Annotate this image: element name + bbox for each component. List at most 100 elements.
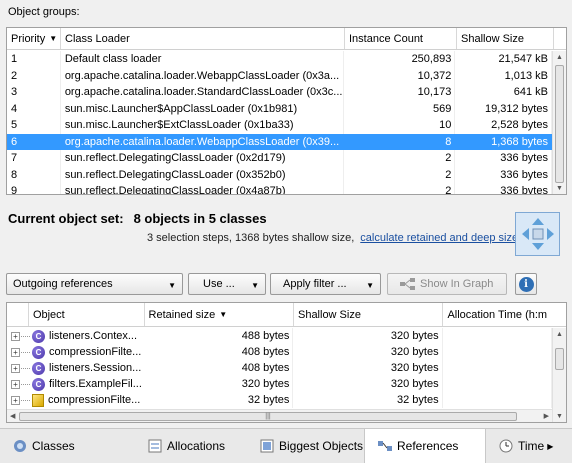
shallow-size-cell: 336 bytes — [455, 166, 552, 183]
priority-cell: 6 — [7, 133, 61, 150]
expand-icon[interactable]: + — [11, 363, 20, 373]
class-icon: C — [32, 345, 45, 359]
column-allocation-time[interactable]: Allocation Time (h:m — [443, 303, 566, 326]
table-row[interactable]: 4 sun.misc.Launcher$AppClassLoader (0x1b9… — [7, 100, 552, 117]
tab-label: References — [397, 439, 459, 453]
table-header: Priority ▼ Class Loader Instance Count S… — [7, 28, 566, 50]
object-cell: + Clisteners.Session... — [7, 361, 144, 375]
table-row[interactable]: 1 Default class loader 250,893 21,547 kB — [7, 51, 552, 68]
shallow-size-cell: 32 bytes — [293, 392, 443, 408]
scroll-right-icon[interactable]: ▶ — [544, 410, 549, 422]
classes-icon — [14, 440, 26, 452]
expand-icon[interactable]: + — [11, 379, 20, 389]
table-row[interactable]: + Cfilters.ExampleFil... 320 bytes 320 byte… — [7, 376, 552, 392]
column-label: Shallow Size — [461, 32, 524, 45]
use-button[interactable]: Use ... ▼ — [188, 273, 266, 295]
scroll-left-icon[interactable]: ◀ — [10, 410, 15, 422]
column-label: Priority — [11, 32, 46, 45]
vertical-scrollbar[interactable]: ▲ ▼ — [552, 328, 566, 422]
priority-cell: 1 — [7, 51, 61, 68]
select-value: Outgoing references — [13, 278, 113, 290]
column-priority[interactable]: Priority ▼ — [7, 28, 61, 49]
expand-icon[interactable]: + — [11, 347, 20, 357]
table-row[interactable]: 9 sun.reflect.DelegatingClassLoader (0x4a… — [7, 183, 552, 194]
column-tree — [7, 303, 29, 326]
tab-references[interactable]: References — [364, 429, 486, 463]
table-row[interactable]: 8 sun.reflect.DelegatingClassLoader (0x35… — [7, 166, 552, 183]
table-row[interactable]: 3 org.apache.catalina.loader.StandardClas… — [7, 84, 552, 101]
column-object[interactable]: Object — [29, 303, 145, 326]
table-row[interactable]: + CcompressionFilte... 408 bytes 320 bytes — [7, 344, 552, 360]
retained-size-cell: 32 bytes — [144, 392, 294, 408]
column-retained-size[interactable]: Retained size ▼ — [145, 303, 294, 326]
vertical-scrollbar[interactable]: ▲ ▼ — [552, 51, 566, 194]
table-row[interactable]: + compressionFilte... 32 bytes 32 bytes — [7, 392, 552, 408]
instance-count-cell: 10,173 — [344, 84, 456, 101]
horizontal-scrollbar[interactable]: ◀ ||| ▶ — [7, 409, 552, 422]
expand-arrows-icon — [521, 218, 554, 250]
instance-count-cell: 250,893 — [344, 51, 456, 68]
info-button[interactable]: i — [515, 273, 537, 295]
class-icon: C — [32, 329, 45, 343]
class-loader-cell: org.apache.catalina.loader.WebappClassLo… — [61, 133, 344, 150]
tab-label: Biggest Objects — [279, 439, 364, 453]
tab-time[interactable]: Time ▶ — [486, 429, 572, 463]
expand-view-button[interactable] — [515, 212, 560, 256]
tree-line — [21, 335, 30, 337]
tab-allocations[interactable]: Allocations — [135, 429, 247, 463]
object-groups-table[interactable]: Priority ▼ Class Loader Instance Count S… — [6, 27, 567, 195]
column-shallow-size[interactable]: Shallow Size — [457, 28, 554, 49]
chevron-down-icon: ▼ — [366, 281, 374, 290]
column-instance-count[interactable]: Instance Count — [345, 28, 457, 49]
object-cell: + Clisteners.Contex... — [7, 329, 144, 343]
info-icon: i — [518, 276, 534, 292]
expand-icon[interactable]: + — [11, 331, 20, 341]
table-header: Object Retained size ▼ Shallow Size Allo… — [7, 303, 566, 327]
object-cell: + compressionFilte... — [7, 393, 144, 407]
column-class-loader[interactable]: Class Loader — [61, 28, 345, 49]
column-label: Shallow Size — [297, 308, 361, 321]
scroll-up-icon[interactable]: ▲ — [553, 328, 566, 340]
priority-cell: 5 — [7, 117, 61, 134]
tab-classes[interactable]: Classes — [0, 429, 135, 463]
references-direction-select[interactable]: Outgoing references ▼ — [6, 273, 183, 295]
shallow-size-cell: 320 bytes — [293, 360, 443, 376]
retained-size-cell: 488 bytes — [144, 328, 294, 344]
column-shallow-size[interactable]: Shallow Size — [294, 303, 444, 326]
class-icon: C — [32, 377, 45, 391]
scroll-thumb[interactable]: ||| — [19, 412, 517, 421]
apply-filter-label: Apply filter ... — [283, 278, 347, 290]
chevron-right-icon[interactable]: ▶ — [547, 442, 553, 451]
table-row[interactable]: 6 org.apache.catalina.loader.WebappClassL… — [7, 133, 552, 150]
class-loader-cell: sun.misc.Launcher$AppClassLoader (0x1b98… — [61, 100, 344, 117]
tab-label: Allocations — [167, 439, 226, 453]
class-loader-cell: org.apache.catalina.loader.WebappClassLo… — [61, 67, 344, 84]
shallow-size-cell: 320 bytes — [293, 328, 443, 344]
scroll-thumb[interactable] — [555, 348, 564, 370]
expand-icon[interactable]: + — [11, 395, 20, 405]
references-table[interactable]: Object Retained size ▼ Shallow Size Allo… — [6, 302, 567, 423]
tab-biggest-objects[interactable]: Biggest Objects — [247, 429, 364, 463]
shallow-size-cell: 320 bytes — [293, 376, 443, 392]
selection-summary: 3 selection steps, 1368 bytes shallow si… — [147, 232, 355, 244]
class-loader-cell: sun.reflect.DelegatingClassLoader (0x4a8… — [61, 183, 344, 194]
scroll-thumb[interactable] — [555, 65, 564, 183]
apply-filter-button[interactable]: Apply filter ... ▼ — [270, 273, 381, 295]
table-row[interactable]: + Clisteners.Session... 408 bytes 320 bytes — [7, 360, 552, 376]
tab-label: Time — [518, 439, 545, 453]
scroll-down-icon[interactable]: ▼ — [553, 182, 566, 194]
allocations-icon — [148, 439, 162, 453]
scroll-down-icon[interactable]: ▼ — [553, 410, 566, 422]
table-row[interactable]: 2 org.apache.catalina.loader.WebappClassL… — [7, 67, 552, 84]
table-row[interactable]: 7 sun.reflect.DelegatingClassLoader (0x2d… — [7, 150, 552, 167]
shallow-size-cell: 2,528 bytes — [455, 117, 552, 134]
scroll-up-icon[interactable]: ▲ — [553, 51, 566, 63]
sort-desc-icon: ▼ — [219, 310, 228, 319]
show-in-graph-button[interactable]: Show In Graph — [387, 273, 507, 295]
allocation-time-cell — [443, 344, 552, 360]
biggest-objects-icon — [260, 439, 274, 453]
calculate-retained-link[interactable]: calculate retained and deep size — [360, 232, 518, 244]
table-row[interactable]: 5 sun.misc.Launcher$ExtClassLoader (0x1ba… — [7, 117, 552, 134]
table-row[interactable]: + Clisteners.Contex... 488 bytes 320 bytes — [7, 328, 552, 344]
object-cell: + Cfilters.ExampleFil... — [7, 377, 144, 391]
